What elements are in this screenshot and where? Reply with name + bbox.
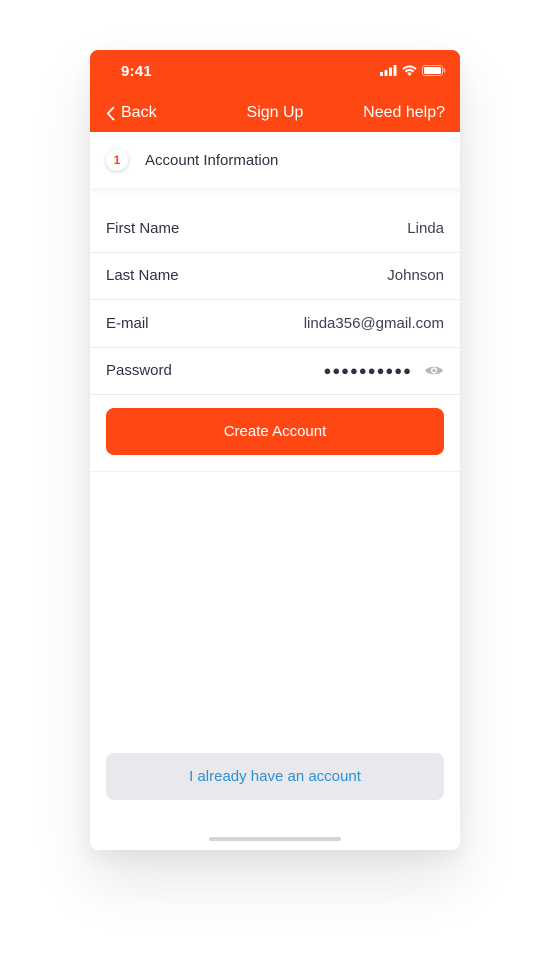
last-name-input[interactable]: Johnson: [387, 267, 444, 284]
password-field[interactable]: Password ●●●●●●●●●●: [90, 348, 460, 395]
last-name-label: Last Name: [106, 267, 179, 285]
status-icons: [380, 65, 446, 76]
email-input[interactable]: linda356@gmail.com: [304, 315, 444, 332]
create-account-section: Create Account: [90, 396, 460, 472]
create-account-button[interactable]: Create Account: [106, 408, 444, 455]
first-name-label: First Name: [106, 219, 180, 237]
step-label: Account Information: [145, 151, 279, 169]
existing-account-button[interactable]: I already have an account: [106, 753, 444, 800]
phone-screen: 9:41 Back Sign Up Need help? 1 Account I…: [90, 50, 460, 850]
signup-form: First Name Linda Last Name Johnson E-mai…: [90, 205, 460, 395]
email-label: E-mail: [106, 314, 149, 332]
app-header: 9:41 Back Sign Up Need help?: [90, 50, 460, 132]
last-name-field[interactable]: Last Name Johnson: [90, 253, 460, 300]
wifi-icon: [402, 65, 417, 76]
signal-icon: [380, 65, 397, 76]
password-input[interactable]: ●●●●●●●●●●: [323, 363, 412, 378]
password-label: Password: [106, 362, 172, 380]
first-name-field[interactable]: First Name Linda: [90, 205, 460, 253]
home-indicator[interactable]: [209, 837, 341, 841]
step-number-badge: 1: [106, 149, 128, 171]
first-name-input[interactable]: Linda: [407, 220, 444, 237]
step-header: 1 Account Information: [90, 132, 460, 188]
eye-icon[interactable]: [424, 364, 444, 377]
password-value-group: ●●●●●●●●●●: [323, 363, 444, 378]
battery-icon: [422, 65, 446, 76]
status-time: 9:41: [121, 63, 152, 80]
need-help-link[interactable]: Need help?: [363, 104, 445, 122]
email-field[interactable]: E-mail linda356@gmail.com: [90, 300, 460, 348]
